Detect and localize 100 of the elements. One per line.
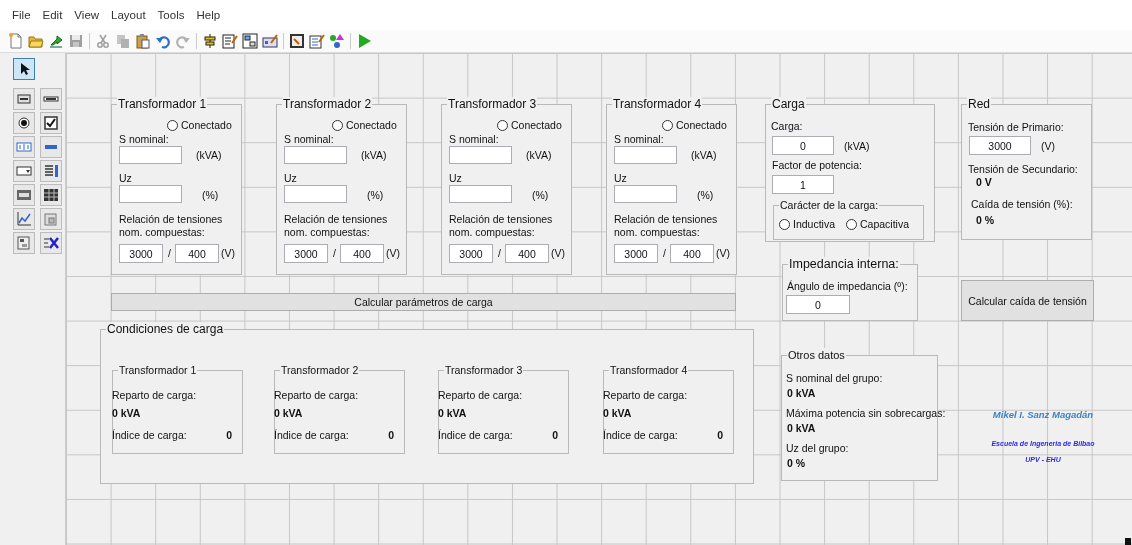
input-field[interactable] [284,146,347,164]
input-field[interactable]: 400 [175,244,219,263]
label: (%) [532,189,549,202]
label: Uz del grupo: [786,442,849,455]
export-icon[interactable] [48,33,64,49]
panel-title: Transformador 1 [117,97,208,111]
panel-title: Transformador 4 [609,363,689,377]
input-field[interactable] [284,185,347,203]
input-field[interactable] [614,146,677,164]
panel-title: Transformador 2 [282,97,373,111]
page-icon[interactable] [8,33,24,49]
resize-handle[interactable] [1125,538,1131,545]
menu-item[interactable]: Layout [106,7,151,23]
tool-button[interactable] [13,232,35,254]
toolbar-pen-icon[interactable] [262,33,278,49]
label: (kVA) [844,140,870,153]
label: Índice de carga: [274,429,349,442]
tool-button[interactable] [40,112,62,134]
label: Reparto de carga: [603,389,688,402]
value-label: 0 kVA [787,422,816,435]
input-field[interactable]: 3000 [969,136,1031,155]
radio-icon [16,115,32,131]
tool-button[interactable] [40,184,62,206]
checkbox-icon [43,115,59,131]
shapes-icon[interactable] [329,33,345,49]
undo-icon[interactable] [155,33,171,49]
label: S nominal: [614,133,664,146]
menu-item[interactable]: View [69,7,105,23]
table-icon [43,187,59,203]
value-label: 0 kVA [603,407,632,420]
panel-title: Transformador 1 [118,363,198,377]
panel-title: Transformador 3 [447,97,538,111]
value-label: 0 kVA [438,407,467,420]
menu-item[interactable]: Tools [152,7,190,23]
align-icon[interactable] [202,33,218,49]
value-label: 0 kVA [787,387,816,400]
menu-item[interactable]: Help [191,7,226,23]
value-label: 0 % [787,457,806,470]
label: Índice de carga: [112,429,187,442]
folder-icon[interactable] [28,33,44,49]
menu-item[interactable]: File [7,7,36,23]
button-icon [16,91,32,107]
radio-button[interactable]: Inductiva [779,218,836,230]
value-label: 0 [717,429,723,442]
calculate-button[interactable]: Calcular parámetros de carga [111,293,736,311]
radio-button[interactable]: Capacitiva [846,218,910,230]
panel-icon [43,211,59,227]
label: Uz [449,172,462,185]
editor-icon[interactable] [289,33,305,49]
value-label: 0 [388,429,394,442]
label: S nominal del grupo: [786,372,883,385]
panel-title: Transformador 3 [444,363,524,377]
label: S nominal: [449,133,499,146]
input-field[interactable]: 3000 [449,244,493,263]
input-field[interactable]: 0 [786,295,850,314]
input-field[interactable] [449,185,512,203]
radio-button[interactable]: Conectado [662,119,727,131]
value-label: 0 V [976,176,992,189]
input-field[interactable] [449,146,512,164]
list-icon [43,163,59,179]
play-icon[interactable] [356,33,372,49]
label: S nominal: [119,133,169,146]
label: (V) [221,247,235,260]
input-field[interactable] [614,185,677,203]
input-field[interactable]: 3000 [284,244,328,263]
list-pen-icon[interactable] [309,33,325,49]
separator-label: / [663,247,666,260]
input-field[interactable]: 400 [670,244,714,263]
input-field[interactable]: 400 [505,244,549,263]
tool-button[interactable] [40,232,62,254]
tool-button[interactable] [13,58,35,80]
label: (kVA) [526,149,552,162]
label: (V) [551,247,565,260]
radio-button[interactable]: Conectado [497,119,562,131]
tool-button[interactable] [40,88,62,110]
radio-button[interactable]: Conectado [332,119,397,131]
panel-title: Carga [771,97,806,111]
input-field[interactable]: 3000 [614,244,658,263]
document-pen-icon[interactable] [222,33,238,49]
label: (kVA) [691,149,717,162]
clipboard-icon[interactable] [135,33,151,49]
tab-order-icon[interactable] [242,33,258,49]
calculate-button[interactable]: Calcular caída de tensión [961,280,1094,321]
input-field[interactable]: 3000 [119,244,163,263]
value-label: 0 % [976,214,995,227]
input-field[interactable]: 0 [772,136,834,155]
radio-button[interactable]: Conectado [167,119,232,131]
label: Reparto de carga: [112,389,197,402]
panel-title: Condiciones de carga [106,322,225,336]
panel-title: Otros datos [787,348,846,362]
input-field[interactable]: 1 [772,175,834,194]
label: Relación de tensiones nom. compuestas: [614,213,719,239]
tool-button[interactable] [13,112,35,134]
label: Uz [119,172,132,185]
input-field[interactable] [119,185,182,203]
input-field[interactable]: 400 [340,244,384,263]
chart-icon [16,211,32,227]
input-field[interactable] [119,146,182,164]
menu-item[interactable]: Edit [37,7,68,23]
tool-button[interactable] [13,88,35,110]
